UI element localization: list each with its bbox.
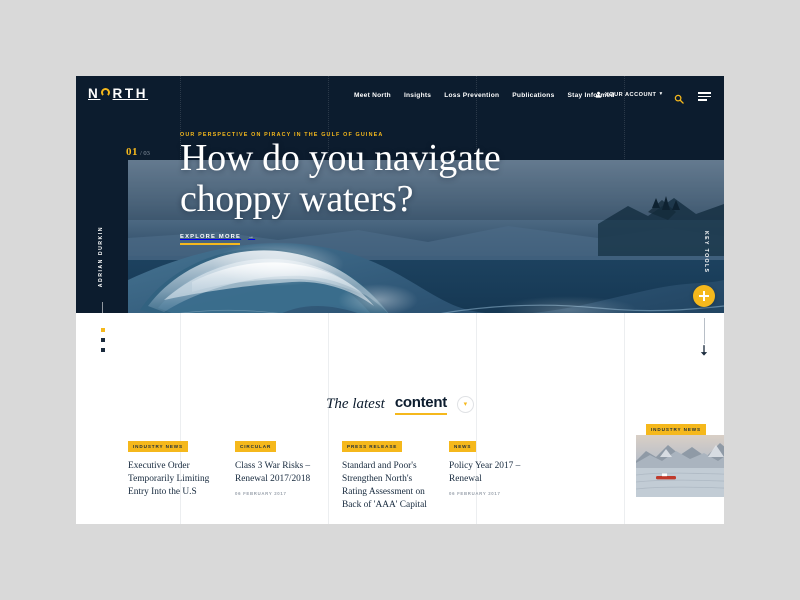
plus-icon [699, 291, 709, 301]
scroll-indicator-line [703, 318, 705, 344]
content-card[interactable]: INDUSTRY NEWS Executive Order Temporaril… [128, 435, 235, 518]
nav-item-loss-prevention[interactable]: Loss Prevention [444, 92, 499, 99]
slide-dot[interactable] [101, 348, 105, 352]
logo-text-n: N [88, 86, 101, 101]
card-date: 06 FEBRUARY 2017 [235, 491, 287, 497]
author-rail-divider [102, 302, 104, 313]
site-header: N RTH Meet North Insights Loss Preventio… [76, 76, 724, 122]
logo-text-rth: RTH [112, 86, 149, 101]
card-tag: INDUSTRY NEWS [128, 440, 188, 452]
hamburger-menu-button[interactable] [698, 92, 711, 101]
content-cards-row: INDUSTRY NEWS Executive Order Temporaril… [128, 435, 724, 518]
card-tag: INDUSTRY NEWS [646, 424, 706, 436]
card-headline: Class 3 War Risks – Renewal 2017/2018 [235, 461, 311, 485]
logo-north[interactable]: N RTH [88, 87, 148, 101]
content-card[interactable]: PRESS RELEASE Standard and Poor's Streng… [342, 435, 449, 518]
chevron-down-icon: ▾ [659, 90, 663, 97]
slide-dots [101, 328, 105, 352]
main-navigation: Meet North Insights Loss Prevention Publ… [354, 92, 615, 99]
content-filter-button[interactable]: ▾ [456, 396, 474, 413]
nav-item-publications[interactable]: Publications [512, 92, 554, 99]
explore-more-underline [180, 243, 240, 245]
card-headline: Executive Order Temporarily Limiting Ent… [128, 461, 210, 498]
hamburger-bar [698, 95, 711, 98]
hero-section: 01 / 03 OUR PERSPECTIVE ON PIRACY IN THE… [76, 76, 724, 313]
arrow-right-icon: → [248, 234, 256, 240]
content-card[interactable]: NEWS Policy Year 2017 – Renewal 06 FEBRU… [449, 435, 556, 518]
latest-content-section: The latest content ▾ INDUSTRY NEWS Execu… [76, 313, 724, 524]
content-card[interactable]: CIRCULAR Class 3 War Risks – Renewal 201… [235, 435, 342, 518]
account-label: YOUR ACCOUNT [605, 91, 657, 98]
account-menu[interactable]: YOUR ACCOUNT ▾ [595, 91, 662, 98]
person-icon [595, 91, 602, 98]
explore-more-link[interactable]: EXPLORE MORE → [180, 234, 255, 245]
slide-counter: 01 / 03 [126, 146, 150, 158]
slide-dot[interactable] [101, 328, 105, 332]
heading-bold-text: content [394, 394, 447, 415]
card-tag: CIRCULAR [235, 440, 277, 452]
logo-arc-icon [101, 88, 111, 99]
page-canvas: 01 / 03 OUR PERSPECTIVE ON PIRACY IN THE… [76, 76, 724, 524]
arrow-down-icon [700, 345, 708, 356]
hero-headline: How do you navigate choppy waters? [180, 137, 501, 220]
card-tag: NEWS [449, 440, 477, 452]
hamburger-bar [698, 92, 711, 94]
slide-total: / 03 [140, 150, 150, 157]
card-tag: PRESS RELEASE [342, 440, 403, 452]
key-tools-add-button[interactable] [693, 285, 715, 307]
heading-italic-text: The latest [326, 396, 385, 412]
card-headline: Policy Year 2017 – Renewal [449, 461, 521, 485]
hero-author-rail: ADRIAN DURKIN [98, 226, 104, 288]
latest-content-heading: The latest content ▾ [76, 394, 724, 415]
scroll-down-button[interactable] [699, 344, 709, 356]
search-icon [674, 94, 684, 104]
chevron-down-icon: ▾ [463, 401, 468, 408]
nav-item-insights[interactable]: Insights [404, 92, 431, 99]
slide-dot[interactable] [101, 338, 105, 342]
card-headline: Standard and Poor's Strengthen North's R… [342, 461, 427, 511]
search-button[interactable] [674, 91, 684, 104]
explore-more-label: EXPLORE MORE [180, 234, 242, 240]
key-tools-label[interactable]: KEY TOOLS [703, 231, 709, 273]
nav-item-meet-north[interactable]: Meet North [354, 92, 391, 99]
hamburger-bar [698, 99, 707, 101]
card-date: 06 FEBRUARY 2017 [449, 491, 501, 497]
slide-current: 01 [126, 146, 138, 158]
